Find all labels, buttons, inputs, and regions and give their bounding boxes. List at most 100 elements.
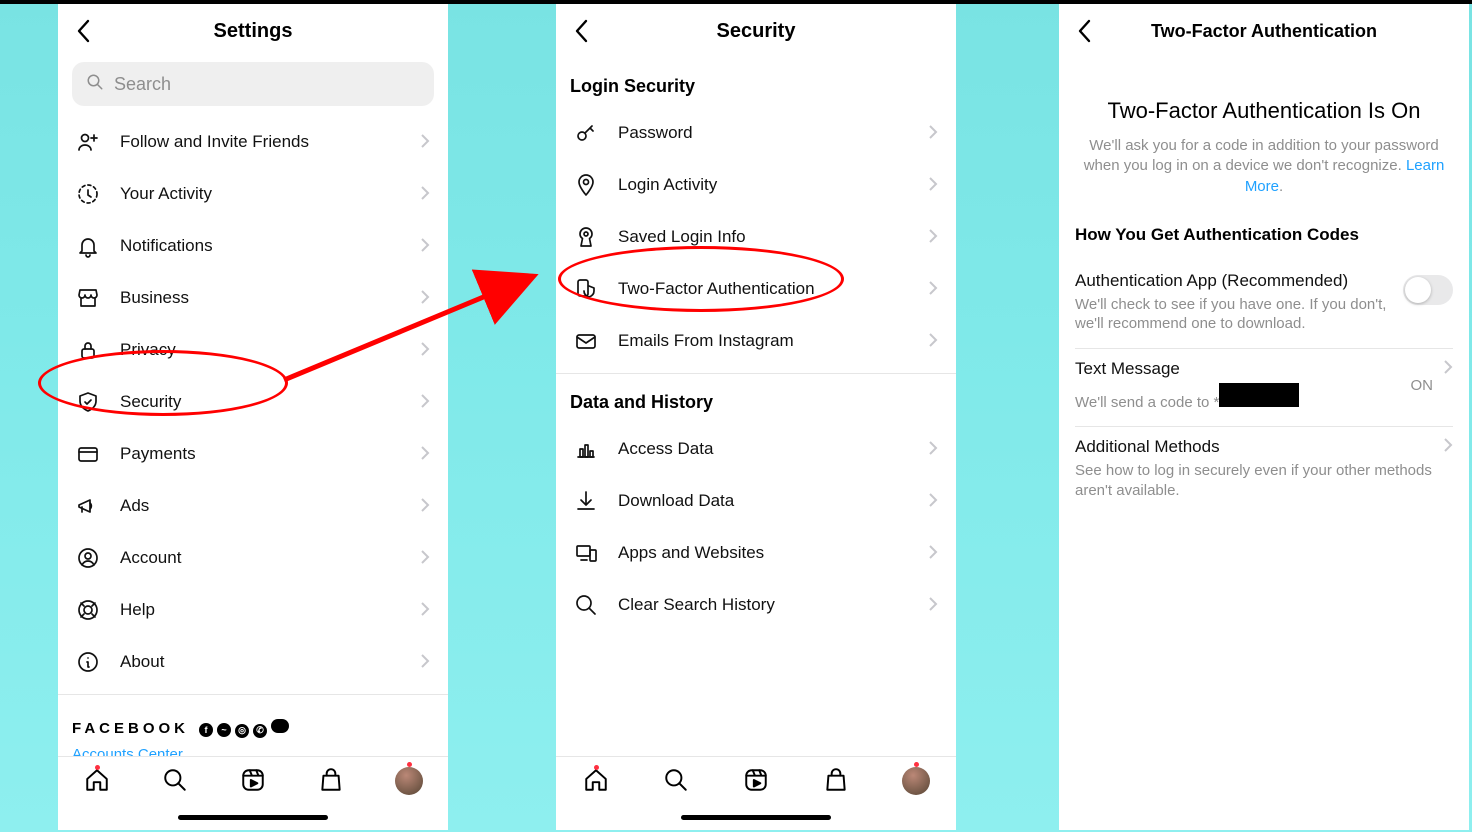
oculus-icon [271, 719, 289, 733]
chevron-right-icon [420, 545, 430, 571]
back-button[interactable] [568, 18, 594, 44]
header: Settings [58, 4, 448, 58]
tab-shop[interactable] [813, 767, 859, 798]
home-icon [84, 767, 110, 798]
item-access-data[interactable]: Access Data [556, 423, 956, 475]
item-emails-from-instagram[interactable]: Emails From Instagram [556, 315, 956, 367]
item-notifications[interactable]: Notifications [58, 220, 448, 272]
mail-icon [570, 329, 602, 353]
item-password[interactable]: Password [556, 107, 956, 159]
item-auth-app[interactable]: Authentication App (Recommended) We'll c… [1075, 261, 1453, 349]
search-input[interactable] [72, 62, 434, 106]
chevron-right-icon [928, 328, 938, 354]
item-additional-methods[interactable]: Additional Methods See how to log in sec… [1075, 427, 1453, 514]
brand-text: FACEBOOK [72, 720, 189, 737]
item-label: Security [120, 392, 420, 412]
tab-reels[interactable] [733, 767, 779, 798]
back-button[interactable] [70, 18, 96, 44]
additional-desc: See how to log in securely even if your … [1075, 461, 1443, 500]
item-privacy[interactable]: Privacy [58, 324, 448, 376]
item-security[interactable]: Security [58, 376, 448, 428]
item-label: Apps and Websites [618, 543, 928, 563]
item-ads[interactable]: Ads [58, 480, 448, 532]
keyhole-icon [570, 225, 602, 249]
key-icon [570, 121, 602, 145]
item-label: Ads [120, 496, 420, 516]
sms-title: Text Message [1075, 359, 1401, 379]
item-help[interactable]: Help [58, 584, 448, 636]
item-two-factor-authentication[interactable]: Two-Factor Authentication [556, 263, 956, 315]
section-login-security: Login Security [556, 58, 956, 107]
chevron-right-icon [420, 285, 430, 311]
whatsapp-icon: ✆ [253, 724, 267, 738]
item-account[interactable]: Account [58, 532, 448, 584]
settings-screen: Settings Follow and Invite FriendsYour A… [58, 4, 448, 830]
item-text-message[interactable]: Text Message We'll send a code to * ON [1075, 349, 1453, 428]
chevron-right-icon [928, 436, 938, 462]
chevron-right-icon [420, 337, 430, 363]
tab-shop[interactable] [308, 767, 354, 798]
chevron-right-icon [420, 181, 430, 207]
tab-search[interactable] [653, 767, 699, 798]
auth-app-toggle[interactable] [1403, 275, 1453, 305]
bell-icon [72, 234, 104, 258]
sms-status: ON [1411, 377, 1434, 394]
tab-profile[interactable] [386, 767, 432, 795]
item-clear-search-history[interactable]: Clear Search History [556, 579, 956, 631]
header: Security [556, 4, 956, 58]
chevron-right-icon [928, 172, 938, 198]
bar-chart-icon [570, 437, 602, 461]
shop-icon [823, 767, 849, 798]
item-business[interactable]: Business [58, 272, 448, 324]
chevron-right-icon [1443, 437, 1453, 458]
back-button[interactable] [1071, 18, 1097, 44]
lifebuoy-icon [72, 598, 104, 622]
pin-icon [570, 173, 602, 197]
activity-icon [72, 182, 104, 206]
home-indicator [681, 815, 831, 820]
item-about[interactable]: About [58, 636, 448, 688]
devices-icon [570, 541, 602, 565]
reels-icon [743, 767, 769, 798]
page-title: Security [717, 20, 796, 43]
search-icon [570, 593, 602, 617]
login-security-list: PasswordLogin ActivitySaved Login InfoTw… [556, 107, 956, 367]
item-label: About [120, 652, 420, 672]
item-label: Notifications [120, 236, 420, 256]
status-body-text: We'll ask you for a code in addition to … [1084, 137, 1439, 174]
brand-icons: f~◎✆ [195, 719, 289, 738]
add-user-icon [72, 130, 104, 154]
header: Two-Factor Authentication [1059, 4, 1469, 58]
item-payments[interactable]: Payments [58, 428, 448, 480]
accounts-center-link[interactable]: Accounts Center [58, 738, 448, 757]
search-icon [86, 73, 114, 96]
tab-home[interactable] [573, 767, 619, 798]
chevron-right-icon [420, 441, 430, 467]
item-apps-and-websites[interactable]: Apps and Websites [556, 527, 956, 579]
status-body: We'll ask you for a code in addition to … [1075, 136, 1453, 197]
item-download-data[interactable]: Download Data [556, 475, 956, 527]
bottom-nav [556, 756, 956, 830]
download-icon [570, 489, 602, 513]
tab-home[interactable] [74, 767, 120, 798]
page-title: Settings [214, 20, 293, 43]
tab-reels[interactable] [230, 767, 276, 798]
chevron-right-icon [420, 233, 430, 259]
item-login-activity[interactable]: Login Activity [556, 159, 956, 211]
tab-profile[interactable] [893, 767, 939, 795]
lock-icon [72, 338, 104, 362]
section-data-history: Data and History [556, 374, 956, 423]
home-indicator [178, 815, 328, 820]
item-your-activity[interactable]: Your Activity [58, 168, 448, 220]
item-label: Help [120, 600, 420, 620]
settings-list: Follow and Invite FriendsYour Activity No… [58, 116, 448, 756]
bottom-nav [58, 756, 448, 830]
facebook-icon: f [199, 723, 213, 737]
tab-search[interactable] [152, 767, 198, 798]
item-label: Clear Search History [618, 595, 928, 615]
item-follow-and-invite-friends[interactable]: Follow and Invite Friends [58, 116, 448, 168]
item-label: Emails From Instagram [618, 331, 928, 351]
sms-desc: We'll send a code to * [1075, 383, 1401, 413]
item-saved-login-info[interactable]: Saved Login Info [556, 211, 956, 263]
search-field[interactable] [114, 74, 420, 95]
